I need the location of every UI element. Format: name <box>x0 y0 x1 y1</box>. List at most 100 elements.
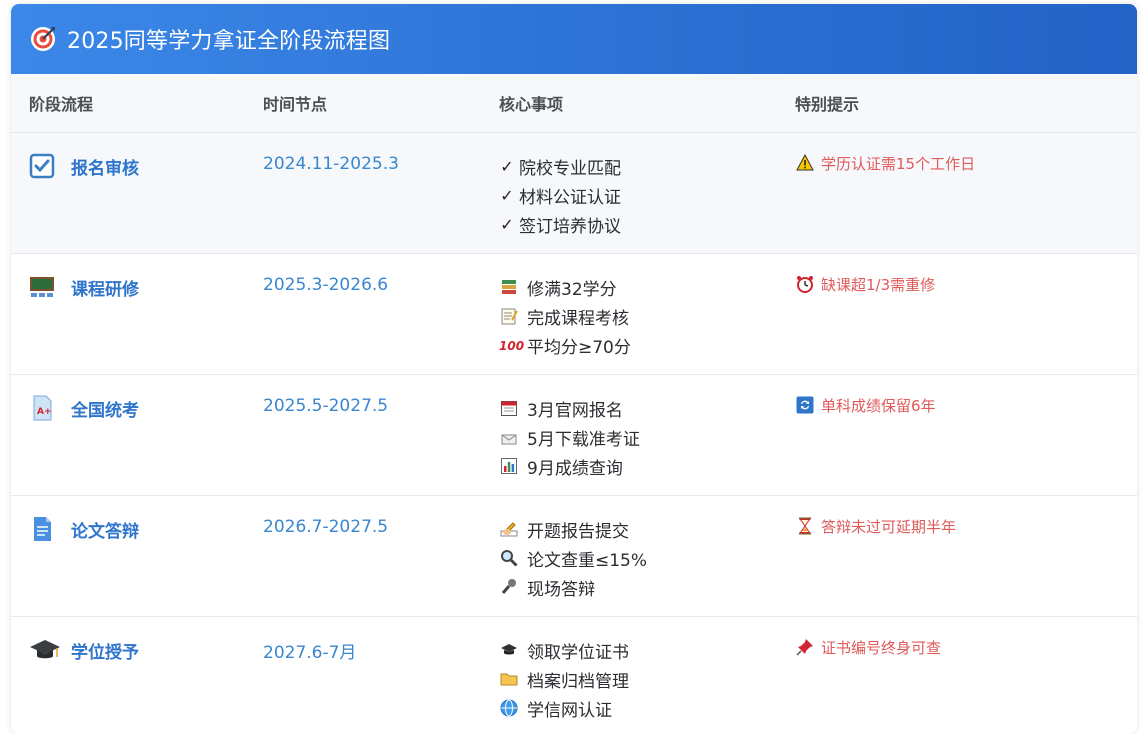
list-item: ✓ 院校专业匹配 <box>499 152 621 181</box>
item-text: 平均分≥70分 <box>527 338 631 358</box>
list-item: 9月成绩查询 <box>499 452 640 481</box>
core-items-list: 开题报告提交 论文查重≤15% 现场答辩 <box>499 515 647 602</box>
graduation-cap-icon <box>29 637 61 663</box>
stage-cell: 论文答辩 <box>29 516 139 542</box>
microphone-icon <box>499 578 519 598</box>
special-tip: 单科成绩保留6年 <box>795 395 936 416</box>
table-row: 报名审核 2024.11-2025.3 ✓ 院校专业匹配 ✓ 材料公证认证 ✓ 签订培… <box>11 133 1137 254</box>
special-tip: 答辩未过可延期半年 <box>795 516 956 537</box>
classroom-icon <box>29 274 55 300</box>
stage-cell: A+ 全国统考 <box>29 395 139 421</box>
list-item: 学信网认证 <box>499 694 629 723</box>
item-text: 论文查重≤15% <box>527 551 648 571</box>
writing-hand-icon <box>499 520 519 540</box>
tip-text: 缺课超1/3需重修 <box>821 276 936 294</box>
item-text: 领取学位证书 <box>527 643 629 663</box>
check-mark-icon: ✓ <box>500 156 514 176</box>
hundred-points-icon: 100 <box>499 338 525 353</box>
calendar-icon <box>499 399 519 419</box>
core-items-list: 3月官网报名 5月下载准考证 9月成绩查询 <box>499 394 640 481</box>
time-range: 2024.11-2025.3 <box>263 154 399 174</box>
table-header: 阶段流程 时间节点 核心事项 特别提示 <box>11 74 1137 133</box>
stage-name: 论文答辩 <box>71 521 139 542</box>
tip-text: 单科成绩保留6年 <box>821 397 936 415</box>
stage-name: 课程研修 <box>71 279 139 300</box>
list-item: 3月官网报名 <box>499 394 640 423</box>
folder-icon <box>499 670 519 690</box>
tip-text: 答辩未过可延期半年 <box>821 518 957 536</box>
memo-icon <box>499 307 519 327</box>
books-icon <box>499 278 519 298</box>
stage-name: 全国统考 <box>71 400 139 421</box>
list-item: 5月下载准考证 <box>499 423 640 452</box>
special-tip: 学历认证需15个工作日 <box>795 153 975 174</box>
stage-name: 学位授予 <box>71 642 139 663</box>
warning-icon <box>795 153 815 174</box>
core-items-list: ✓ 院校专业匹配 ✓ 材料公证认证 ✓ 签订培养协议 <box>499 152 621 239</box>
time-range: 2025.3-2026.6 <box>263 275 389 295</box>
graduation-cap-icon <box>499 641 519 661</box>
list-item: 档案归档管理 <box>499 665 629 694</box>
item-text: 5月下载准考证 <box>527 430 640 450</box>
tip-text: 学历认证需15个工作日 <box>821 155 976 173</box>
special-tip: 缺课超1/3需重修 <box>795 274 935 295</box>
table-row: 论文答辩 2026.7-2027.5 开题报告提交 论文查重≤15% 现场答辩 … <box>11 496 1137 617</box>
table-row: A+ 全国统考 2025.5-2027.5 3月官网报名 5月下载准考证 9月成… <box>11 375 1137 496</box>
list-item: 100 平均分≥70分 <box>499 331 631 360</box>
magnifier-icon <box>499 549 519 569</box>
list-item: ✓ 签订培养协议 <box>499 210 621 239</box>
repeat-icon <box>795 396 815 416</box>
item-text: 材料公证认证 <box>519 188 621 208</box>
time-range: 2025.5-2027.5 <box>263 396 389 416</box>
item-text: 开题报告提交 <box>527 522 629 542</box>
list-item: 论文查重≤15% <box>499 544 647 573</box>
tip-text: 证书编号终身可查 <box>821 639 942 657</box>
time-range: 2026.7-2027.5 <box>263 517 389 537</box>
item-text: 签订培养协议 <box>519 217 621 237</box>
list-item: 完成课程考核 <box>499 302 631 331</box>
target-icon <box>29 25 57 53</box>
item-text: 9月成绩查询 <box>527 459 623 479</box>
item-text: 修满32学分 <box>527 280 617 300</box>
list-item: 现场答辩 <box>499 573 647 602</box>
page-title: 2025同等学力拿证全阶段流程图 <box>67 29 391 54</box>
time-range: 2027.6-7月 <box>263 643 357 663</box>
item-text: 档案归档管理 <box>527 672 629 692</box>
alarm-clock-icon <box>795 275 815 295</box>
check-mark-icon: ✓ <box>500 185 514 205</box>
item-text: 学信网认证 <box>527 701 612 721</box>
document-icon <box>29 516 55 542</box>
envelope-icon <box>499 428 519 448</box>
bar-chart-icon <box>499 457 519 477</box>
core-items-list: 领取学位证书 档案归档管理 学信网认证 <box>499 636 629 723</box>
checkbox-icon <box>29 153 55 179</box>
item-text: 3月官网报名 <box>527 401 623 421</box>
list-item: 开题报告提交 <box>499 515 647 544</box>
special-tip: 证书编号终身可查 <box>795 637 941 658</box>
flowchart-card: 2025同等学力拿证全阶段流程图 阶段流程 时间节点 核心事项 特别提示 报名审… <box>11 4 1137 734</box>
hourglass-icon <box>795 517 815 537</box>
item-text: 完成课程考核 <box>527 309 629 329</box>
svg-text:A+: A+ <box>37 407 52 417</box>
list-item: ✓ 材料公证认证 <box>499 181 621 210</box>
table-row: 学位授予 2027.6-7月 领取学位证书 档案归档管理 学信网认证 证书编号终… <box>11 617 1137 734</box>
item-text: 现场答辩 <box>527 580 595 600</box>
core-items-list: 修满32学分 完成课程考核 100 平均分≥70分 <box>499 273 631 360</box>
column-header-stage: 阶段流程 <box>29 95 94 114</box>
column-header-time: 时间节点 <box>263 95 328 114</box>
exam-paper-icon: A+ <box>29 395 55 421</box>
item-text: 院校专业匹配 <box>519 159 621 179</box>
check-mark-icon: ✓ <box>500 214 514 234</box>
table-row: 课程研修 2025.3-2026.6 修满32学分 完成课程考核 100 平均分≥… <box>11 254 1137 375</box>
stage-name: 报名审核 <box>71 158 139 179</box>
header: 2025同等学力拿证全阶段流程图 <box>11 4 1137 74</box>
column-header-items: 核心事项 <box>499 95 564 114</box>
globe-icon <box>499 699 519 719</box>
stage-cell: 学位授予 <box>29 637 139 663</box>
stage-cell: 报名审核 <box>29 153 139 179</box>
list-item: 修满32学分 <box>499 273 631 302</box>
column-header-tips: 特别提示 <box>795 95 860 114</box>
stage-cell: 课程研修 <box>29 274 139 300</box>
pushpin-icon <box>795 638 815 658</box>
list-item: 领取学位证书 <box>499 636 629 665</box>
